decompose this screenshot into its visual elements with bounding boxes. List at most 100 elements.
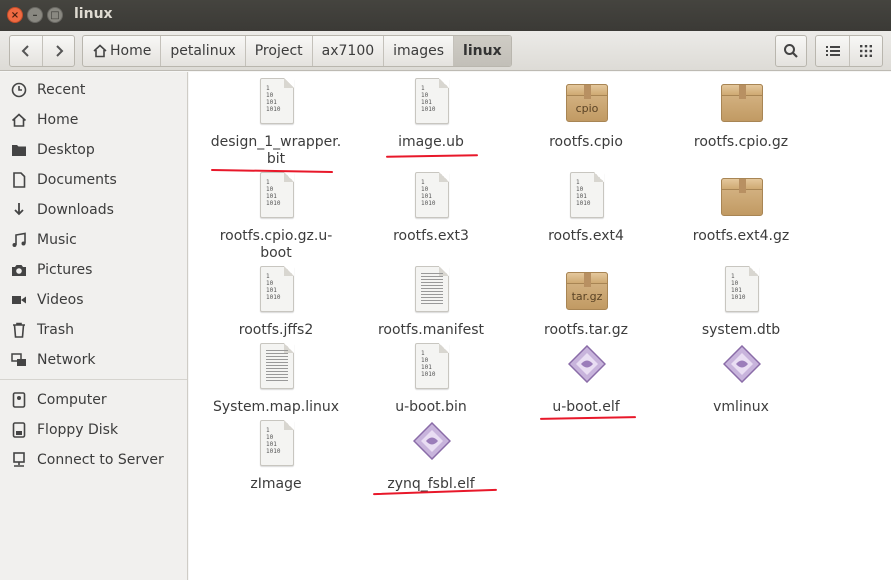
binary-file-icon: 1 10 101 1010: [256, 78, 296, 126]
forward-button[interactable]: [42, 36, 74, 66]
sidebar-item-connect-to-server[interactable]: Connect to Server: [0, 445, 187, 475]
annotation-underline: [385, 154, 479, 158]
file-name: rootfs.ext3: [393, 228, 469, 244]
binary-file-icon: 1 10 101 1010: [411, 172, 451, 220]
chevron-left-icon: [21, 45, 29, 57]
breadcrumb-images[interactable]: images: [383, 36, 453, 66]
clock-icon: [11, 82, 27, 98]
file-name: rootfs.ext4: [548, 228, 624, 244]
sidebar-item-label: Home: [37, 112, 79, 128]
sidebar-item-label: Trash: [37, 322, 74, 338]
archive-icon: [721, 172, 763, 220]
view-toggle: [815, 35, 883, 67]
executable-icon: [566, 343, 606, 391]
breadcrumb-linux[interactable]: linux: [453, 36, 511, 66]
search-button[interactable]: [775, 35, 807, 67]
sidebar-item-home[interactable]: Home: [0, 105, 187, 135]
file-name: u-boot.bin: [395, 399, 467, 415]
music-icon: [12, 232, 26, 247]
file-name: rootfs.cpio: [549, 134, 623, 150]
sidebar-item-documents[interactable]: Documents: [0, 165, 187, 195]
computer-icon: [12, 392, 26, 408]
download-icon: [14, 203, 24, 216]
file-name: image.ub: [398, 134, 464, 150]
window-title: linux: [74, 6, 113, 22]
annotation-underline: [539, 416, 637, 420]
sidebar-item-label: Music: [37, 232, 77, 248]
list-view-button[interactable]: [816, 36, 849, 66]
network-icon: [11, 353, 26, 366]
video-icon: [12, 296, 26, 304]
home-icon: [93, 44, 107, 58]
title-bar: × – □ linux: [0, 0, 891, 31]
sidebar-item-label: Network: [37, 352, 96, 368]
minimize-window-button[interactable]: –: [27, 7, 43, 23]
chevron-right-icon: [55, 45, 63, 57]
breadcrumb-label: Home: [110, 43, 152, 59]
server-icon: [13, 452, 25, 467]
sidebar-separator: [0, 379, 187, 380]
file-name: System.map.linux: [212, 399, 340, 415]
sidebar-item-label: Connect to Server: [37, 452, 164, 468]
file-name: rootfs.tar.gz: [544, 322, 628, 338]
breadcrumb: Home petalinux Project ax7100 images lin…: [82, 35, 512, 67]
grid-view-icon: [860, 45, 872, 57]
camera-icon: [12, 265, 26, 276]
executable-icon: [411, 420, 451, 468]
toolbar: Home petalinux Project ax7100 images lin…: [0, 31, 891, 71]
floppy-icon: [12, 422, 26, 438]
binary-file-icon: 1 10 101 1010: [256, 172, 296, 220]
sidebar-item-label: Desktop: [37, 142, 95, 158]
sidebar-item-label: Computer: [37, 392, 107, 408]
history-buttons: [9, 35, 75, 67]
file-name: rootfs.ext4.gz: [692, 228, 790, 244]
search-icon: [784, 44, 798, 58]
executable-icon: [721, 343, 761, 391]
file-name: u-boot.elf: [552, 399, 620, 415]
document-icon: [13, 172, 26, 188]
file-name: rootfs.manifest: [377, 322, 485, 338]
text-file-icon: [256, 343, 296, 391]
binary-file-icon: 1 10 101 1010: [256, 266, 296, 314]
grid-view-button[interactable]: [849, 36, 882, 66]
sidebar-item-trash[interactable]: Trash: [0, 315, 187, 345]
binary-file-icon: 1 10 101 1010: [566, 172, 606, 220]
binary-file-icon: 1 10 101 1010: [256, 420, 296, 468]
sidebar-item-music[interactable]: Music: [0, 225, 187, 255]
file-name: system.dtb: [701, 322, 781, 338]
sidebar-item-network[interactable]: Network: [0, 345, 187, 375]
breadcrumb-project[interactable]: Project: [244, 36, 312, 66]
file-name: rootfs.cpio.gz.u-boot: [219, 228, 333, 261]
breadcrumb-ax7100[interactable]: ax7100: [311, 36, 384, 66]
file-name: zImage: [250, 476, 302, 492]
file-name: design_1_wrapper. bit: [210, 134, 342, 167]
binary-file-icon: 1 10 101 1010: [411, 343, 451, 391]
file-name: vmlinux: [713, 399, 769, 415]
list-view-icon: [825, 46, 840, 56]
sidebar-item-label: Floppy Disk: [37, 422, 119, 438]
archive-icon: tar.gz: [566, 266, 608, 314]
file-icon-view: 1 10 101 1010 design_1_wrapper. bit 1 10 101 10…: [189, 72, 891, 580]
sidebar: Recent Home Desktop Documents Downloads …: [0, 72, 188, 580]
desktop-folder-icon: [12, 145, 26, 156]
binary-file-icon: 1 10 101 1010: [721, 266, 761, 314]
sidebar-item-computer[interactable]: Computer: [0, 385, 187, 415]
sidebar-item-label: Pictures: [37, 262, 93, 278]
maximize-window-button[interactable]: □: [47, 7, 63, 23]
sidebar-item-desktop[interactable]: Desktop: [0, 135, 187, 165]
sidebar-item-label: Documents: [37, 172, 117, 188]
back-button[interactable]: [10, 36, 42, 66]
file-name: rootfs.jffs2: [238, 322, 314, 338]
trash-icon: [13, 322, 25, 338]
close-window-button[interactable]: ×: [7, 7, 23, 23]
sidebar-item-pictures[interactable]: Pictures: [0, 255, 187, 285]
sidebar-item-downloads[interactable]: Downloads: [0, 195, 187, 225]
sidebar-item-recent[interactable]: Recent: [0, 75, 187, 105]
breadcrumb-petalinux[interactable]: petalinux: [160, 36, 244, 66]
sidebar-item-floppy-disk[interactable]: Floppy Disk: [0, 415, 187, 445]
sidebar-item-videos[interactable]: Videos: [0, 285, 187, 315]
breadcrumb-home[interactable]: Home: [83, 36, 160, 66]
sidebar-item-label: Videos: [37, 292, 84, 308]
sidebar-item-label: Recent: [37, 82, 86, 98]
file-name: rootfs.cpio.gz: [693, 134, 789, 150]
